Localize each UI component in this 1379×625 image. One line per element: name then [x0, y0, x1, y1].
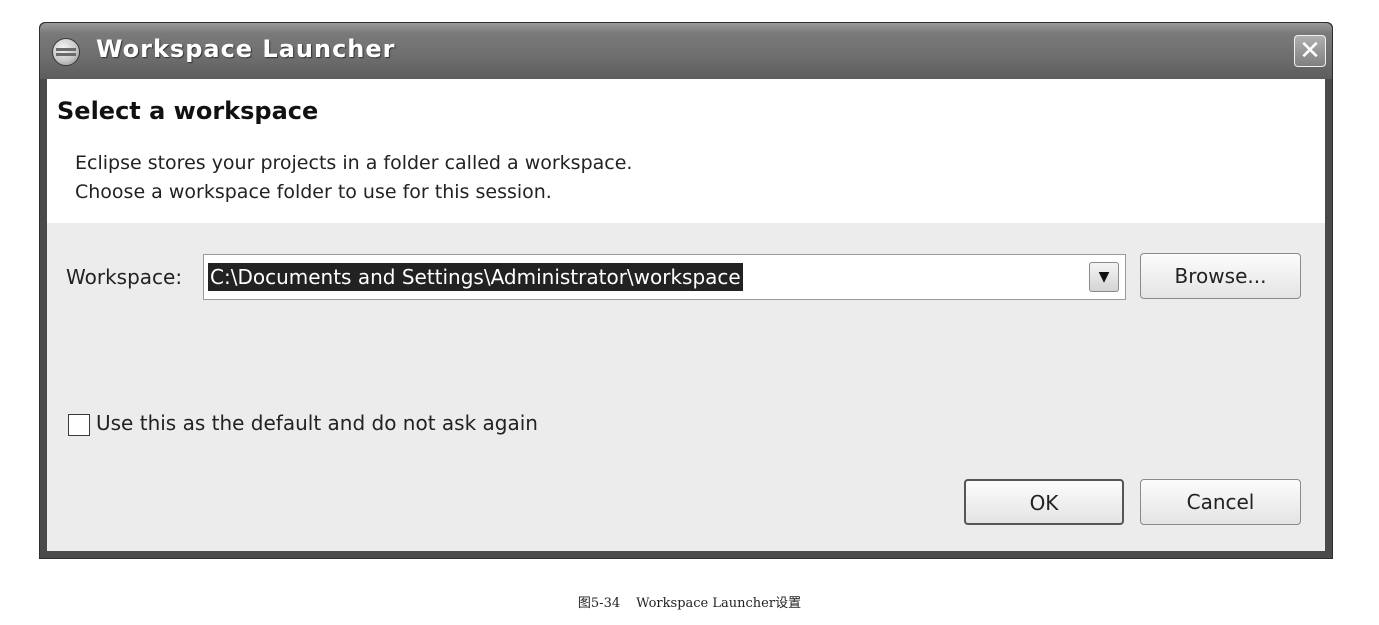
- dialog-body: Workspace: C:\Documents and Settings\Adm…: [47, 223, 1325, 551]
- header-description: Eclipse stores your projects in a folder…: [75, 149, 632, 207]
- page-title: Select a workspace: [57, 97, 319, 125]
- default-checkbox[interactable]: [68, 414, 90, 436]
- cancel-button[interactable]: Cancel: [1140, 479, 1301, 525]
- workspace-dropdown-button[interactable]: ▼: [1089, 262, 1119, 292]
- chevron-down-icon: ▼: [1098, 269, 1110, 285]
- description-line-1: Eclipse stores your projects in a folder…: [75, 152, 633, 174]
- figure-caption-text: Workspace Launcher设置: [636, 596, 802, 611]
- workspace-launcher-dialog: Workspace Launcher ✕ Select a workspace …: [39, 22, 1333, 559]
- default-checkbox-label[interactable]: Use this as the default and do not ask a…: [96, 411, 538, 435]
- close-icon: ✕: [1299, 36, 1321, 66]
- eclipse-icon: [52, 38, 80, 66]
- title-bar[interactable]: Workspace Launcher ✕: [40, 23, 1332, 79]
- figure-number: 图5-34: [577, 596, 621, 611]
- workspace-label: Workspace:: [66, 265, 183, 289]
- header-panel: Select a workspace Eclipse stores your p…: [47, 79, 1325, 225]
- workspace-input[interactable]: C:\Documents and Settings\Administrator\…: [208, 263, 743, 291]
- close-button[interactable]: ✕: [1294, 35, 1326, 67]
- workspace-combo[interactable]: C:\Documents and Settings\Administrator\…: [203, 254, 1126, 300]
- ok-button[interactable]: OK: [964, 479, 1124, 525]
- window-title: Workspace Launcher: [96, 35, 396, 63]
- description-line-2: Choose a workspace folder to use for thi…: [75, 181, 552, 203]
- figure-caption: 图5-34 Workspace Launcher设置: [0, 592, 1379, 611]
- browse-button[interactable]: Browse...: [1140, 253, 1301, 299]
